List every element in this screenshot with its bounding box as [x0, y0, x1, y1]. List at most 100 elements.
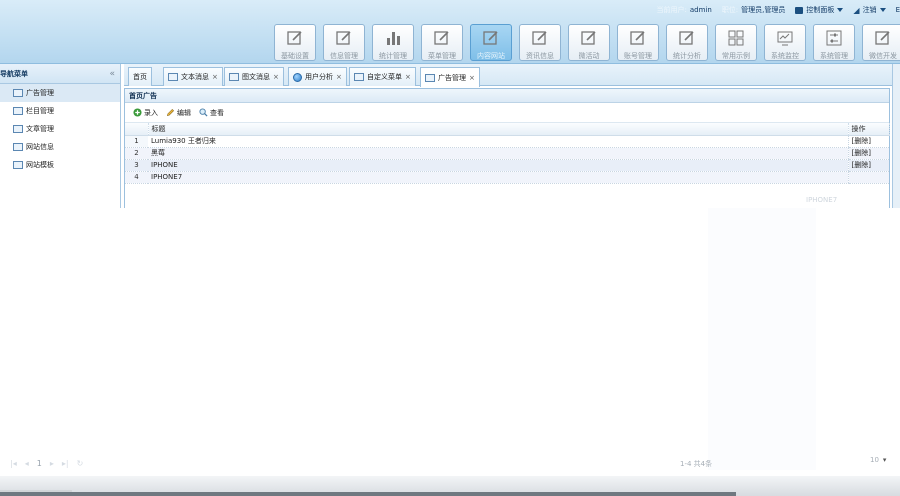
header: 当前用户: admin 职位: 管理员,管理员 控制面板 ◢ 注销 E 基础设置…	[0, 0, 900, 64]
tile-label: 微信开发	[869, 52, 897, 60]
user-bar: 当前用户: admin 职位: 管理员,管理员 控制面板 ◢ 注销 E	[656, 5, 900, 15]
refresh-icon[interactable]: ↻	[77, 459, 84, 468]
next-page-icon[interactable]: ▸	[50, 459, 54, 468]
close-icon[interactable]: ×	[405, 73, 411, 81]
delete-link[interactable]: [删除]	[847, 159, 889, 172]
tab-3[interactable]: 图文消息 ×	[224, 67, 284, 86]
tab-6[interactable]: 广告管理 ×	[420, 67, 480, 87]
sliders-icon	[825, 29, 843, 47]
caret-down-icon: ▾	[882, 456, 887, 464]
user-role: 管理员,管理员	[741, 6, 786, 14]
ad-panel: 首页广告 录入 编辑 查看 标题 操作 1 Lumia930 王者归来 [删除] 2 黑莓[…	[124, 88, 890, 208]
table-row[interactable]: 3 IPHONE [删除]	[125, 159, 889, 172]
col-action: 操作	[848, 123, 890, 136]
tile-11[interactable]: 系统监控	[764, 24, 806, 61]
tab-label: 首页	[133, 73, 147, 81]
ad-title: IPHONE7	[148, 171, 848, 184]
logout-menu[interactable]: ◢ 注销	[853, 5, 886, 15]
tile-8[interactable]: 账号管理	[617, 24, 659, 61]
main-area: 首页 文本消息 × 图文消息 × 用户分析 × 自定义菜单 × 广告管理 × 首页广告 录入 编辑 查看…	[124, 64, 900, 208]
tile-2[interactable]: 信息管理	[323, 24, 365, 61]
tile-3[interactable]: 统计管理	[372, 24, 414, 61]
toolbar-label: 查看	[210, 108, 224, 117]
nav-item-2[interactable]: 栏目管理	[0, 102, 120, 120]
tile-label: 菜单管理	[428, 52, 456, 60]
first-page-icon[interactable]: |◂	[10, 459, 17, 468]
tile-5[interactable]: 内容网站	[470, 24, 512, 61]
tab-label: 文本消息	[181, 73, 209, 81]
last-page-icon[interactable]: ▸|	[62, 459, 69, 468]
pager-info: 1-4 共4条	[680, 460, 713, 468]
ad-title: 黑莓	[148, 147, 848, 160]
tab-4[interactable]: 用户分析 ×	[288, 67, 347, 86]
nav-item-1[interactable]: 广告管理	[0, 84, 120, 102]
tile-label: 常用示例	[722, 52, 750, 60]
control-panel-menu[interactable]: 控制面板	[795, 5, 844, 15]
window-icon	[13, 161, 23, 169]
table-row[interactable]: 1 Lumia930 王者归来 [删除]	[125, 135, 889, 148]
faint-overlay-text: IPHONE7	[806, 196, 838, 204]
nav-item-3[interactable]: 文章管理	[0, 120, 120, 138]
prev-page-icon[interactable]: ◂	[25, 459, 29, 468]
tab-label: 自定义菜单	[367, 73, 402, 81]
row-number: 3	[125, 159, 148, 172]
tile-label: 信息管理	[330, 52, 358, 60]
tile-label: 基础设置	[281, 52, 309, 60]
right-collapsed-panel[interactable]	[892, 64, 900, 208]
close-icon[interactable]: ×	[336, 73, 342, 81]
close-icon[interactable]: ×	[469, 74, 475, 82]
tile-13[interactable]: 微信开发	[862, 24, 900, 61]
magnifier-icon	[199, 108, 208, 117]
tile-6[interactable]: 资讯信息	[519, 24, 561, 61]
edit-icon	[580, 29, 598, 47]
tab-2[interactable]: 文本消息 ×	[163, 67, 223, 86]
tab-1[interactable]: 首页	[128, 67, 152, 86]
tile-12[interactable]: 系统管理	[813, 24, 855, 61]
edit-icon	[286, 29, 304, 47]
tile-4[interactable]: 菜单管理	[421, 24, 463, 61]
tab-5[interactable]: 自定义菜单 ×	[349, 67, 416, 86]
nav-item-5[interactable]: 网站模板	[0, 156, 120, 174]
delete-link[interactable]: [删除]	[847, 135, 889, 148]
tile-label: 统计管理	[379, 52, 407, 60]
app-window: 当前用户: admin 职位: 管理员,管理员 控制面板 ◢ 注销 E 基础设置…	[0, 0, 900, 496]
toolbar-button-1[interactable]: 录入	[133, 108, 158, 118]
tab-label: 图文消息	[242, 73, 270, 81]
pager: |◂ ◂ 1 ▸ ▸| ↻ 1-4 共4条 10 ▾	[0, 456, 900, 472]
window-icon	[168, 73, 178, 81]
close-icon[interactable]: ×	[212, 73, 218, 81]
tile-1[interactable]: 基础设置	[274, 24, 316, 61]
monitor-icon	[776, 29, 794, 47]
grid-icon	[727, 29, 745, 47]
window-icon	[425, 73, 435, 82]
delete-link[interactable]: [删除]	[847, 147, 889, 160]
send-icon: ◢	[853, 5, 860, 15]
nav-item-4[interactable]: 网站信息	[0, 138, 120, 156]
delete-link[interactable]	[847, 171, 889, 184]
table-header: 标题 操作	[125, 123, 890, 136]
tile-9[interactable]: 统计分析	[666, 24, 708, 61]
page-size-select[interactable]: 10 ▾	[870, 456, 886, 464]
tab-label: 广告管理	[438, 73, 466, 82]
nav-item-label: 广告管理	[26, 89, 54, 97]
window-icon	[13, 89, 23, 97]
page-number[interactable]: 1	[37, 459, 42, 468]
bar-chart-icon	[384, 29, 402, 47]
toolbar-button-3[interactable]: 查看	[199, 108, 224, 118]
collapse-icon[interactable]: «	[109, 69, 115, 79]
nav-item-label: 栏目管理	[26, 107, 54, 115]
table-row[interactable]: 2 黑莓 [删除]	[125, 147, 889, 160]
footer	[0, 476, 900, 496]
tile-10[interactable]: 常用示例	[715, 24, 757, 61]
tile-7[interactable]: 微活动	[568, 24, 610, 61]
table-row[interactable]: 4 IPHONE7	[125, 171, 889, 184]
col-title[interactable]: 标题	[148, 123, 849, 136]
current-user: admin	[689, 6, 712, 14]
row-number: 4	[125, 171, 148, 184]
close-icon[interactable]: ×	[273, 73, 279, 81]
edit-icon	[629, 29, 647, 47]
toolbar-button-2[interactable]: 编辑	[166, 108, 191, 118]
tile-label: 账号管理	[624, 52, 652, 60]
toolbar: 录入 编辑 查看	[125, 103, 889, 123]
ad-title: IPHONE	[148, 159, 848, 172]
